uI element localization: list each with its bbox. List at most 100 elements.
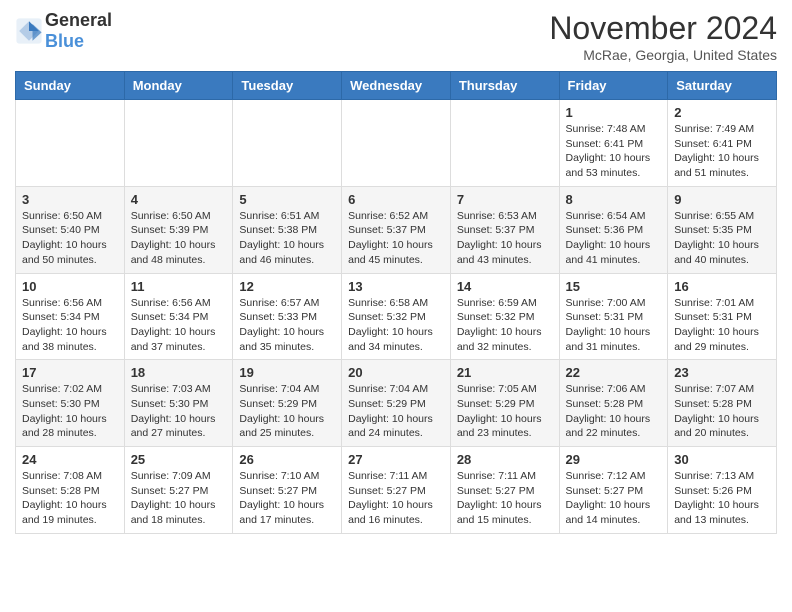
col-tuesday: Tuesday xyxy=(233,72,342,100)
calendar-day xyxy=(342,100,451,187)
day-info: Sunrise: 7:48 AM Sunset: 6:41 PM Dayligh… xyxy=(566,122,662,181)
day-info: Sunrise: 7:03 AM Sunset: 5:30 PM Dayligh… xyxy=(131,382,227,441)
day-info: Sunrise: 7:10 AM Sunset: 5:27 PM Dayligh… xyxy=(239,469,335,528)
day-info: Sunrise: 6:56 AM Sunset: 5:34 PM Dayligh… xyxy=(131,296,227,355)
logo-general: General xyxy=(45,10,112,30)
day-info: Sunrise: 6:59 AM Sunset: 5:32 PM Dayligh… xyxy=(457,296,553,355)
day-info: Sunrise: 7:06 AM Sunset: 5:28 PM Dayligh… xyxy=(566,382,662,441)
calendar-day: 1 Sunrise: 7:48 AM Sunset: 6:41 PM Daylig… xyxy=(559,100,668,187)
day-info: Sunrise: 7:12 AM Sunset: 5:27 PM Dayligh… xyxy=(566,469,662,528)
calendar-day: 9Sunrise: 6:55 AM Sunset: 5:35 PM Daylig… xyxy=(668,186,777,273)
calendar-week-2: 10 Sunrise: 6:56 AM Sunset: 5:34 PM Dayli… xyxy=(16,273,777,360)
logo-text: General Blue xyxy=(45,10,112,52)
calendar-day: 5 Sunrise: 6:51 AM Sunset: 5:38 PM Daylig… xyxy=(233,186,342,273)
day-info: Sunrise: 6:57 AM Sunset: 5:33 PM Dayligh… xyxy=(239,296,335,355)
calendar-day xyxy=(124,100,233,187)
page-container: General Blue November 2024 McRae, Georgi… xyxy=(0,0,792,544)
day-number: 3 xyxy=(22,192,118,207)
day-info: Sunrise: 7:02 AM Sunset: 5:30 PM Dayligh… xyxy=(22,382,118,441)
logo-blue: Blue xyxy=(45,31,84,51)
calendar-table: Sunday Monday Tuesday Wednesday Thursday… xyxy=(15,71,777,534)
day-number: 8 xyxy=(566,192,662,207)
day-info: Sunrise: 6:56 AM Sunset: 5:34 PM Dayligh… xyxy=(22,296,118,355)
calendar-week-0: 1 Sunrise: 7:48 AM Sunset: 6:41 PM Daylig… xyxy=(16,100,777,187)
col-saturday: Saturday xyxy=(668,72,777,100)
day-number: 1 xyxy=(566,105,662,120)
day-info: Sunrise: 7:05 AM Sunset: 5:29 PM Dayligh… xyxy=(457,382,553,441)
day-number: 28 xyxy=(457,452,553,467)
calendar-day: 8 Sunrise: 6:54 AM Sunset: 5:36 PM Daylig… xyxy=(559,186,668,273)
day-info: Sunrise: 7:09 AM Sunset: 5:27 PM Dayligh… xyxy=(131,469,227,528)
calendar-day: 2Sunrise: 7:49 AM Sunset: 6:41 PM Daylig… xyxy=(668,100,777,187)
day-info: Sunrise: 7:00 AM Sunset: 5:31 PM Dayligh… xyxy=(566,296,662,355)
day-info: Sunrise: 7:01 AM Sunset: 5:31 PM Dayligh… xyxy=(674,296,770,355)
calendar-day: 30 Sunrise: 7:13 AM Sunset: 5:26 PM Dayli… xyxy=(668,447,777,534)
day-number: 4 xyxy=(131,192,227,207)
day-info: Sunrise: 6:51 AM Sunset: 5:38 PM Dayligh… xyxy=(239,209,335,268)
day-info: Sunrise: 7:08 AM Sunset: 5:28 PM Dayligh… xyxy=(22,469,118,528)
calendar-day: 27Sunrise: 7:11 AM Sunset: 5:27 PM Dayli… xyxy=(342,447,451,534)
logo: General Blue xyxy=(15,10,112,52)
day-number: 25 xyxy=(131,452,227,467)
calendar-day: 26Sunrise: 7:10 AM Sunset: 5:27 PM Dayli… xyxy=(233,447,342,534)
day-number: 15 xyxy=(566,279,662,294)
day-number: 13 xyxy=(348,279,444,294)
day-info: Sunrise: 6:58 AM Sunset: 5:32 PM Dayligh… xyxy=(348,296,444,355)
day-number: 11 xyxy=(131,279,227,294)
calendar-day: 3Sunrise: 6:50 AM Sunset: 5:40 PM Daylig… xyxy=(16,186,125,273)
day-info: Sunrise: 6:50 AM Sunset: 5:39 PM Dayligh… xyxy=(131,209,227,268)
col-wednesday: Wednesday xyxy=(342,72,451,100)
calendar-header-row: Sunday Monday Tuesday Wednesday Thursday… xyxy=(16,72,777,100)
day-number: 14 xyxy=(457,279,553,294)
calendar-day: 18Sunrise: 7:03 AM Sunset: 5:30 PM Dayli… xyxy=(124,360,233,447)
calendar-week-4: 24 Sunrise: 7:08 AM Sunset: 5:28 PM Dayli… xyxy=(16,447,777,534)
day-number: 24 xyxy=(22,452,118,467)
day-number: 21 xyxy=(457,365,553,380)
calendar-day: 25 Sunrise: 7:09 AM Sunset: 5:27 PM Dayli… xyxy=(124,447,233,534)
calendar-day: 24 Sunrise: 7:08 AM Sunset: 5:28 PM Dayli… xyxy=(16,447,125,534)
calendar-day xyxy=(450,100,559,187)
calendar-day: 15 Sunrise: 7:00 AM Sunset: 5:31 PM Dayli… xyxy=(559,273,668,360)
day-info: Sunrise: 6:53 AM Sunset: 5:37 PM Dayligh… xyxy=(457,209,553,268)
calendar-day: 12 Sunrise: 6:57 AM Sunset: 5:33 PM Dayli… xyxy=(233,273,342,360)
day-number: 30 xyxy=(674,452,770,467)
calendar-day: 16 Sunrise: 7:01 AM Sunset: 5:31 PM Dayli… xyxy=(668,273,777,360)
day-number: 6 xyxy=(348,192,444,207)
day-info: Sunrise: 7:04 AM Sunset: 5:29 PM Dayligh… xyxy=(239,382,335,441)
calendar-day: 17 Sunrise: 7:02 AM Sunset: 5:30 PM Dayli… xyxy=(16,360,125,447)
calendar-day: 7 Sunrise: 6:53 AM Sunset: 5:37 PM Daylig… xyxy=(450,186,559,273)
calendar-day: 11 Sunrise: 6:56 AM Sunset: 5:34 PM Dayli… xyxy=(124,273,233,360)
day-number: 2 xyxy=(674,105,770,120)
day-number: 16 xyxy=(674,279,770,294)
day-number: 9 xyxy=(674,192,770,207)
day-number: 17 xyxy=(22,365,118,380)
day-number: 27 xyxy=(348,452,444,467)
day-number: 10 xyxy=(22,279,118,294)
calendar-day: 29Sunrise: 7:12 AM Sunset: 5:27 PM Dayli… xyxy=(559,447,668,534)
day-number: 7 xyxy=(457,192,553,207)
calendar-day xyxy=(233,100,342,187)
calendar-day: 10 Sunrise: 6:56 AM Sunset: 5:34 PM Dayli… xyxy=(16,273,125,360)
day-number: 12 xyxy=(239,279,335,294)
calendar-day: 19Sunrise: 7:04 AM Sunset: 5:29 PM Dayli… xyxy=(233,360,342,447)
page-header: General Blue November 2024 McRae, Georgi… xyxy=(15,10,777,63)
col-monday: Monday xyxy=(124,72,233,100)
calendar-day: 22 Sunrise: 7:06 AM Sunset: 5:28 PM Dayli… xyxy=(559,360,668,447)
day-number: 5 xyxy=(239,192,335,207)
calendar-day: 6 Sunrise: 6:52 AM Sunset: 5:37 PM Daylig… xyxy=(342,186,451,273)
col-sunday: Sunday xyxy=(16,72,125,100)
day-info: Sunrise: 7:13 AM Sunset: 5:26 PM Dayligh… xyxy=(674,469,770,528)
day-number: 20 xyxy=(348,365,444,380)
calendar-day: 13 Sunrise: 6:58 AM Sunset: 5:32 PM Dayli… xyxy=(342,273,451,360)
calendar-day: 28Sunrise: 7:11 AM Sunset: 5:27 PM Dayli… xyxy=(450,447,559,534)
calendar-day: 20Sunrise: 7:04 AM Sunset: 5:29 PM Dayli… xyxy=(342,360,451,447)
calendar-day: 21 Sunrise: 7:05 AM Sunset: 5:29 PM Dayli… xyxy=(450,360,559,447)
day-number: 22 xyxy=(566,365,662,380)
calendar-day xyxy=(16,100,125,187)
calendar-week-1: 3Sunrise: 6:50 AM Sunset: 5:40 PM Daylig… xyxy=(16,186,777,273)
month-title: November 2024 xyxy=(549,10,777,47)
day-info: Sunrise: 6:54 AM Sunset: 5:36 PM Dayligh… xyxy=(566,209,662,268)
col-friday: Friday xyxy=(559,72,668,100)
calendar-day: 14 Sunrise: 6:59 AM Sunset: 5:32 PM Dayli… xyxy=(450,273,559,360)
day-info: Sunrise: 6:52 AM Sunset: 5:37 PM Dayligh… xyxy=(348,209,444,268)
